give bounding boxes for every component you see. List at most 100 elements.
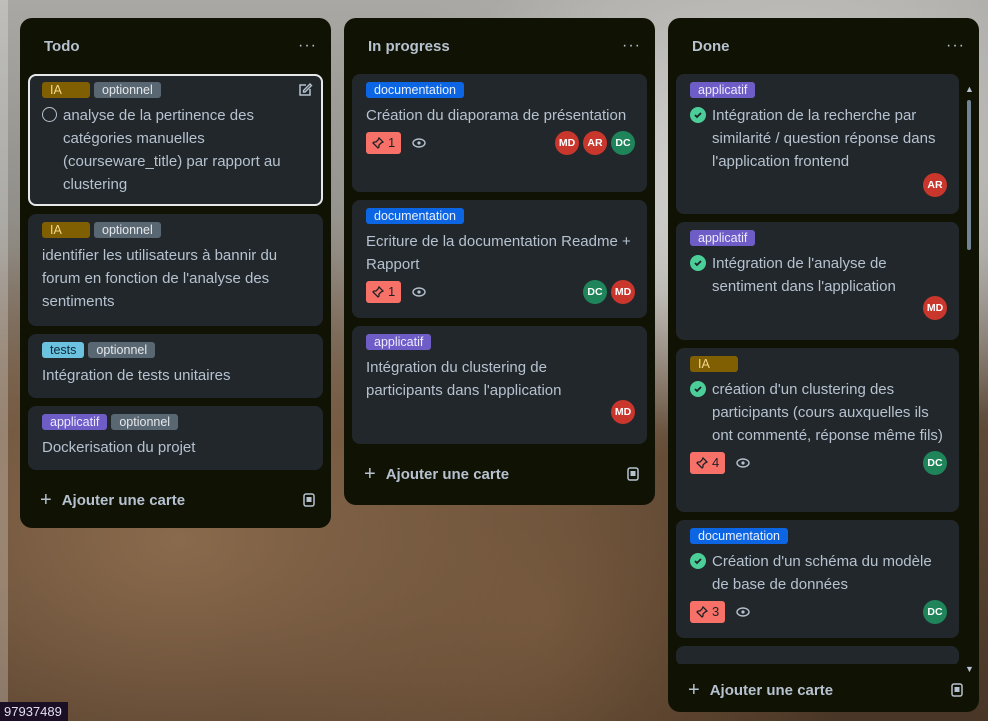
avatar[interactable]: AR xyxy=(583,131,607,155)
card-title: analyse de la pertinence des catégories … xyxy=(63,107,281,193)
label-applicatif: applicatif xyxy=(690,230,756,246)
scroll-thumb[interactable] xyxy=(967,100,971,250)
board-left-edge xyxy=(0,0,8,721)
pin-icon xyxy=(696,457,708,469)
card-title: identifier les utilisateurs à bannir du … xyxy=(42,247,278,310)
card[interactable]: applicatif Intégration de l'analyse de s… xyxy=(676,222,959,340)
avatar[interactable]: AR xyxy=(923,173,947,197)
card[interactable]: tests optionnel Intégration de tests uni… xyxy=(28,334,323,398)
list-title[interactable]: Todo xyxy=(44,38,80,55)
add-card-button[interactable]: + Ajouter une carte xyxy=(688,679,833,702)
list-todo: Todo ··· IA optionnel analyse de la pert… xyxy=(20,18,331,528)
label-applicatif: applicatif xyxy=(366,334,432,350)
card[interactable]: documentation Création du diaporama de p… xyxy=(352,74,647,192)
completed-check-icon[interactable] xyxy=(690,107,706,123)
due-count: 1 xyxy=(388,284,396,299)
avatar[interactable]: DC xyxy=(611,131,635,155)
card-partial[interactable] xyxy=(676,646,959,664)
avatar[interactable]: DC xyxy=(923,451,947,475)
due-count: 1 xyxy=(388,135,396,150)
card-title: Création d'un schéma du modèle de base d… xyxy=(712,553,932,593)
card-title: Intégration de tests unitaires xyxy=(42,367,231,384)
label-ia: IA xyxy=(42,222,90,238)
label-optionnel: optionnel xyxy=(94,222,161,238)
plus-icon: + xyxy=(40,488,52,511)
card-title: Dockerisation du projet xyxy=(42,439,196,456)
card[interactable]: applicatif Intégration du clustering de … xyxy=(352,326,647,444)
card[interactable]: IA optionnel identifier les utilisateurs… xyxy=(28,214,323,326)
avatar[interactable]: MD xyxy=(611,400,635,424)
pin-icon xyxy=(372,286,384,298)
card-template-icon[interactable] xyxy=(949,682,965,698)
label-documentation: documentation xyxy=(366,208,465,224)
card-template-icon[interactable] xyxy=(625,466,641,482)
label-documentation: documentation xyxy=(690,528,789,544)
list-menu-button[interactable]: ··· xyxy=(622,37,641,55)
complete-circle-icon[interactable] xyxy=(42,107,57,122)
label-optionnel: optionnel xyxy=(94,82,161,98)
due-date-badge[interactable]: 3 xyxy=(690,601,726,623)
card-template-icon[interactable] xyxy=(301,492,317,508)
avatar[interactable]: MD xyxy=(555,131,579,155)
avatar[interactable]: DC xyxy=(923,600,947,624)
list-footer: + Ajouter une carte xyxy=(668,668,979,712)
card[interactable]: documentation Ecriture de la documentati… xyxy=(352,200,647,318)
list-footer: + Ajouter une carte xyxy=(20,478,331,522)
card[interactable]: documentation Création d'un schéma du mo… xyxy=(676,520,959,638)
watch-eye-icon xyxy=(736,607,750,617)
label-optionnel: optionnel xyxy=(111,414,179,430)
list-menu-button[interactable]: ··· xyxy=(298,37,317,55)
edit-icon[interactable] xyxy=(297,82,313,98)
scroll-up-arrow[interactable]: ▲ xyxy=(965,84,974,94)
completed-check-icon[interactable] xyxy=(690,381,706,397)
add-card-label: Ajouter une carte xyxy=(385,465,510,483)
card-title: création d'un clustering des participant… xyxy=(712,381,943,444)
due-date-badge[interactable]: 1 xyxy=(366,132,402,154)
list-title[interactable]: Done xyxy=(692,38,730,55)
scroll-down-arrow[interactable]: ▼ xyxy=(965,664,974,674)
card-title: Intégration de l'analyse de sentiment da… xyxy=(712,255,896,295)
list-header: In progress ··· xyxy=(344,18,655,74)
due-date-badge[interactable]: 4 xyxy=(690,452,726,474)
due-date-badge[interactable]: 1 xyxy=(366,281,402,303)
due-count: 3 xyxy=(712,604,720,619)
card-title: Intégration de la recherche par similari… xyxy=(712,107,936,170)
list-menu-button[interactable]: ··· xyxy=(946,37,965,55)
card-title: Création du diaporama de présentation xyxy=(366,107,627,124)
watch-eye-icon xyxy=(412,287,426,297)
label-tests: tests xyxy=(42,342,85,358)
pin-icon xyxy=(696,606,708,618)
add-card-button[interactable]: + Ajouter une carte xyxy=(40,489,185,512)
watch-eye-icon xyxy=(412,138,426,148)
card-title: Ecriture de la documentation Readme + Ra… xyxy=(366,233,631,273)
label-ia: IA xyxy=(690,356,738,372)
watch-eye-icon xyxy=(736,458,750,468)
add-card-label: Ajouter une carte xyxy=(61,491,186,509)
add-card-button[interactable]: + Ajouter une carte xyxy=(364,463,509,486)
completed-check-icon[interactable] xyxy=(690,255,706,271)
label-optionnel: optionnel xyxy=(88,342,156,358)
label-ia: IA xyxy=(42,82,90,98)
label-documentation: documentation xyxy=(366,82,465,98)
card[interactable]: applicatif Intégration de la recherche p… xyxy=(676,74,959,214)
due-count: 4 xyxy=(712,455,720,470)
list-scrollbar[interactable]: ▲ ▼ xyxy=(965,84,974,674)
avatar[interactable]: MD xyxy=(923,296,947,320)
card[interactable]: applicatif optionnel Dockerisation du pr… xyxy=(28,406,323,470)
list-header: Done ··· xyxy=(668,18,979,74)
card[interactable]: IA optionnel analyse de la pertinence de… xyxy=(28,74,323,206)
plus-icon: + xyxy=(364,462,376,485)
label-applicatif: applicatif xyxy=(42,414,108,430)
list-header: Todo ··· xyxy=(20,18,331,74)
pin-icon xyxy=(372,137,384,149)
avatar[interactable]: MD xyxy=(611,280,635,304)
list-done: Done ··· applicatif Intégration de la re… xyxy=(668,18,979,712)
bottom-id-tag: 97937489 xyxy=(0,702,68,721)
add-card-label: Ajouter une carte xyxy=(709,681,834,699)
completed-check-icon[interactable] xyxy=(690,553,706,569)
avatar[interactable]: DC xyxy=(583,280,607,304)
card-title: Intégration du clustering de participant… xyxy=(366,359,562,399)
card[interactable]: IA création d'un clustering des particip… xyxy=(676,348,959,512)
label-applicatif: applicatif xyxy=(690,82,756,98)
list-title[interactable]: In progress xyxy=(368,38,450,55)
